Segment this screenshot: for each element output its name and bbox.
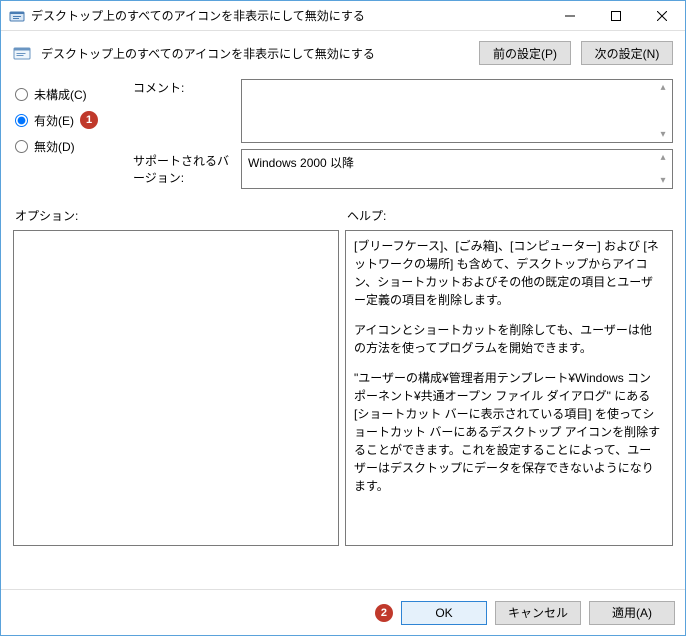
previous-setting-button[interactable]: 前の設定(P) xyxy=(479,41,571,65)
window-controls xyxy=(547,1,685,30)
button-label: 適用(A) xyxy=(612,604,652,621)
help-label: ヘルプ: xyxy=(347,207,386,224)
header-row: デスクトップ上のすべてのアイコンを非表示にして無効にする 前の設定(P) 次の設… xyxy=(1,31,685,79)
dialog-window: デスクトップ上のすべてのアイコンを非表示にして無効にする デスクトップ上のすべて… xyxy=(0,0,686,636)
disabled-label[interactable]: 無効(D) xyxy=(34,138,75,155)
help-paragraph: [ブリーフケース]、[ごみ箱]、[コンピューター] および [ネットワークの場所… xyxy=(354,237,662,309)
button-label: キャンセル xyxy=(508,604,568,621)
not-configured-label[interactable]: 未構成(C) xyxy=(34,86,87,103)
help-content: [ブリーフケース]、[ごみ箱]、[コンピューター] および [ネットワークの場所… xyxy=(346,231,672,513)
options-pane xyxy=(13,230,339,546)
button-label: 次の設定(N) xyxy=(595,45,660,62)
panes-row: [ブリーフケース]、[ごみ箱]、[コンピューター] および [ネットワークの場所… xyxy=(13,230,673,589)
supported-label: サポートされるバージョン: xyxy=(133,152,233,186)
window-title: デスクトップ上のすべてのアイコンを非表示にして無効にする xyxy=(31,7,547,24)
scroll-up-icon: ▴ xyxy=(656,82,670,93)
upper-section: 未構成(C) 有効(E) 1 無効(D) コメント: ▴ ▾ xyxy=(13,79,673,197)
ok-button[interactable]: OK xyxy=(401,601,487,625)
cancel-button[interactable]: キャンセル xyxy=(495,601,581,625)
policy-title: デスクトップ上のすべてのアイコンを非表示にして無効にする xyxy=(41,45,469,62)
footer: 2 OK キャンセル 適用(A) xyxy=(1,589,685,635)
help-paragraph: "ユーザーの構成¥管理者用テンプレート¥Windows コンポーネント¥共通オー… xyxy=(354,369,662,495)
comment-value xyxy=(242,80,672,88)
meta-fields: コメント: ▴ ▾ サポートされるバージョン: Windows 2000 以降 … xyxy=(133,79,673,189)
section-labels: オプション: ヘルプ: xyxy=(13,197,673,230)
state-radio-group: 未構成(C) 有効(E) 1 無効(D) xyxy=(13,79,123,189)
annotation-badge-1: 1 xyxy=(80,111,98,129)
next-setting-button[interactable]: 次の設定(N) xyxy=(581,41,673,65)
apply-button[interactable]: 適用(A) xyxy=(589,601,675,625)
enabled-label[interactable]: 有効(E) xyxy=(34,112,74,129)
not-configured-radio[interactable] xyxy=(15,88,28,101)
comment-textbox[interactable]: ▴ ▾ xyxy=(241,79,673,143)
options-label: オプション: xyxy=(15,207,347,224)
comment-label: コメント: xyxy=(133,79,233,96)
titlebar: デスクトップ上のすべてのアイコンを非表示にして無効にする xyxy=(1,1,685,31)
button-label: OK xyxy=(435,606,452,620)
close-button[interactable] xyxy=(639,1,685,30)
scroll-down-icon: ▾ xyxy=(656,129,670,140)
scroll-down-icon: ▾ xyxy=(656,175,670,186)
app-icon xyxy=(9,8,25,24)
maximize-button[interactable] xyxy=(593,1,639,30)
enabled-radio[interactable] xyxy=(15,114,28,127)
disabled-radio[interactable] xyxy=(15,140,28,153)
scroll-up-icon: ▴ xyxy=(656,152,670,163)
help-pane: [ブリーフケース]、[ごみ箱]、[コンピューター] および [ネットワークの場所… xyxy=(345,230,673,546)
minimize-button[interactable] xyxy=(547,1,593,30)
supported-value: Windows 2000 以降 xyxy=(242,150,672,175)
help-paragraph: アイコンとショートカットを削除しても、ユーザーは他の方法を使ってプログラムを開始… xyxy=(354,321,662,357)
annotation-badge-2: 2 xyxy=(375,604,393,622)
supported-textbox: Windows 2000 以降 ▴ ▾ xyxy=(241,149,673,189)
policy-icon xyxy=(13,44,31,62)
button-label: 前の設定(P) xyxy=(493,45,557,62)
